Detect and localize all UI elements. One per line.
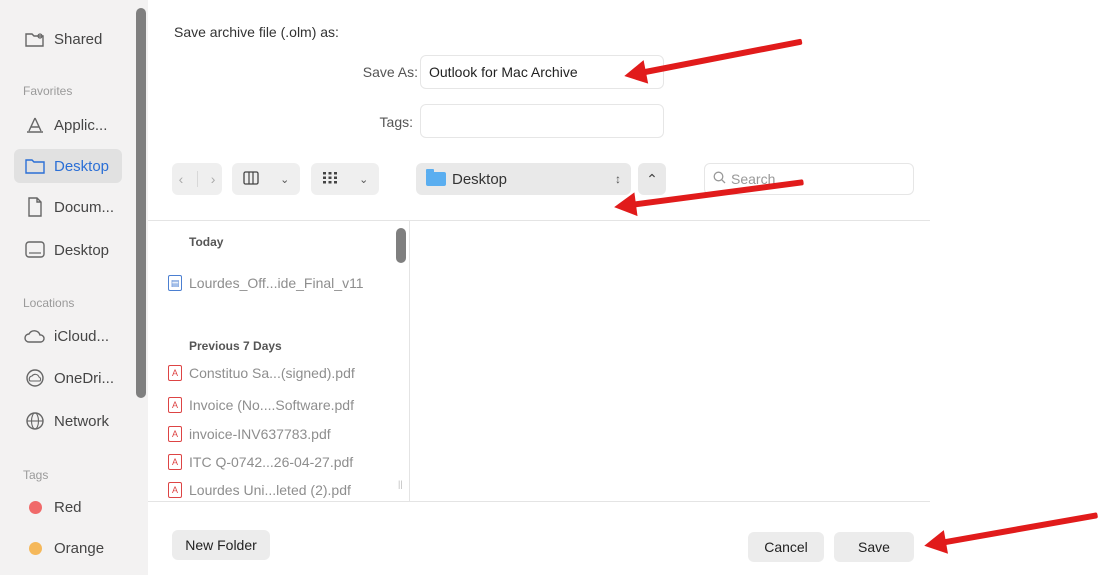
browser-bottom-divider: [148, 501, 930, 502]
folder-icon: [24, 155, 46, 177]
sidebar-item-tag-orange[interactable]: Orange: [14, 531, 122, 565]
file-list-scrollbar[interactable]: [396, 228, 406, 263]
file-list[interactable]: Today ▤ Lourdes_Off...ide_Final_v11 Prev…: [148, 221, 410, 501]
save-as-label: Save As:: [362, 64, 418, 80]
sidebar-item-desktop[interactable]: Desktop: [14, 149, 122, 183]
red-tag-dot: [28, 500, 42, 514]
pdf-file-icon: A: [168, 397, 182, 413]
search-icon: [713, 171, 726, 187]
onedrive-icon: [24, 367, 46, 389]
tags-field[interactable]: [420, 104, 664, 138]
sidebar-item-documents[interactable]: Docum...: [14, 190, 122, 224]
sidebar-item-onedrive[interactable]: OneDri...: [14, 361, 122, 395]
pdf-file-icon: A: [168, 365, 182, 381]
document-icon: [24, 196, 46, 218]
shared-folder-icon: [24, 28, 46, 50]
list-item[interactable]: A ITC Q-0742...26-04-27.pdf: [168, 452, 353, 472]
chevron-right-icon[interactable]: ›: [211, 171, 216, 187]
chevron-down-icon: ⌄: [359, 173, 369, 186]
sidebar-item-icloud[interactable]: iCloud...: [14, 319, 122, 353]
section-previous-7-days: Previous 7 Days: [189, 339, 282, 353]
document-file-icon: ▤: [168, 275, 182, 291]
list-item[interactable]: A Lourdes Uni...leted (2).pdf: [168, 480, 351, 500]
chevron-down-icon: ⌄: [280, 173, 290, 186]
pdf-file-icon: A: [168, 482, 182, 498]
location-value: Desktop: [452, 170, 508, 188]
sidebar-item-applications[interactable]: Applic...: [14, 108, 122, 142]
new-folder-button[interactable]: New Folder: [172, 530, 270, 560]
list-item[interactable]: A invoice-INV637783.pdf: [168, 424, 331, 444]
sidebar-item-shared[interactable]: Shared: [14, 22, 122, 56]
tags-label: Tags:: [379, 114, 413, 130]
location-popup[interactable]: Desktop ↕: [416, 163, 631, 195]
columns-view-icon: [243, 170, 259, 188]
folder-icon: [426, 169, 446, 186]
chevron-up-icon: ⌃: [646, 170, 658, 187]
chevron-left-icon[interactable]: ‹: [179, 171, 184, 187]
sidebar-scrollbar[interactable]: [136, 8, 146, 398]
save-dialog: Save archive file (.olm) as: Save As: Ou…: [148, 0, 930, 575]
applications-icon: [24, 114, 46, 136]
sidebar-item-network[interactable]: Network: [14, 404, 122, 438]
list-item[interactable]: ▤ Lourdes_Off...ide_Final_v11: [168, 273, 364, 293]
sidebar-item-tag-red[interactable]: Red: [14, 490, 122, 524]
orange-tag-dot: [28, 541, 42, 555]
expand-collapse-button[interactable]: ⌃: [638, 163, 666, 195]
list-item[interactable]: A Invoice (No....Software.pdf: [168, 395, 354, 415]
group-by-button[interactable]: ⌄: [311, 163, 379, 195]
globe-icon: [24, 410, 46, 432]
sidebar: Shared Favorites Applic... Desktop Docum…: [0, 0, 148, 575]
sidebar-section-favorites: Favorites: [23, 84, 73, 98]
save-button[interactable]: Save: [834, 532, 914, 562]
view-mode-button[interactable]: ⌄: [232, 163, 300, 195]
save-as-value: Outlook for Mac Archive: [429, 64, 578, 80]
cloud-icon: [24, 325, 46, 347]
sidebar-section-locations: Locations: [23, 296, 75, 310]
cancel-button[interactable]: Cancel: [748, 532, 824, 562]
dialog-title: Save archive file (.olm) as:: [174, 24, 339, 40]
column-resize-handle[interactable]: ||: [398, 479, 403, 489]
annotation-arrow-save: [922, 512, 1099, 558]
up-down-chevron-icon: ↕: [615, 172, 621, 186]
section-today: Today: [189, 235, 224, 249]
back-forward-buttons[interactable]: ‹ ›: [172, 163, 222, 195]
sidebar-section-tags: Tags: [23, 468, 49, 482]
pdf-file-icon: A: [168, 454, 182, 470]
pdf-file-icon: A: [168, 426, 182, 442]
list-item[interactable]: A Constituo Sa...(signed).pdf: [168, 363, 355, 383]
display-icon: [24, 239, 46, 261]
sidebar-item-desktop-2[interactable]: Desktop: [14, 233, 122, 267]
grid-icon: [322, 171, 338, 188]
